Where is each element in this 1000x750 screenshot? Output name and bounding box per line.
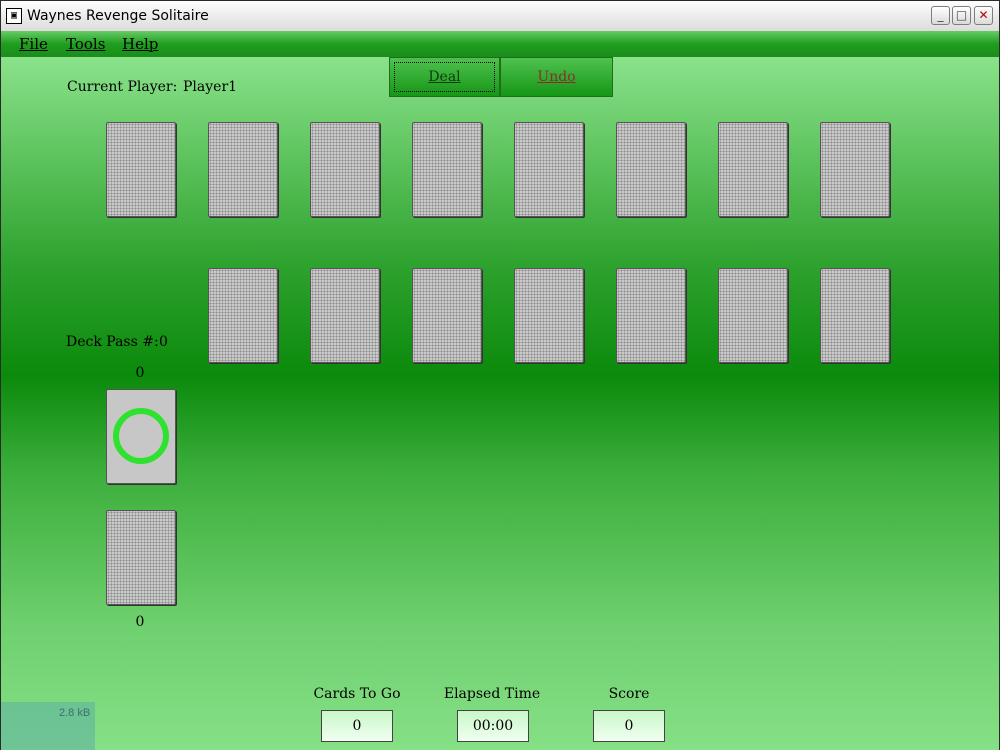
tableau-card[interactable] (514, 268, 584, 363)
minimize-button[interactable]: _ (931, 6, 950, 25)
tableau-card[interactable] (106, 122, 176, 217)
tableau-card[interactable] (514, 122, 584, 217)
waste-count: 0 (135, 614, 145, 630)
deck-pass-value: 0 (159, 334, 168, 350)
tableau-card[interactable] (718, 268, 788, 363)
game-table: Current Player: Player1 Deal Undo Deck P… (1, 57, 999, 750)
score-label: Score (608, 686, 650, 702)
elapsed-time-value: 00:00 (457, 710, 529, 742)
tableau-card[interactable] (310, 268, 380, 363)
tableau-card[interactable] (616, 268, 686, 363)
focus-outline (394, 62, 495, 92)
waste-pile[interactable] (106, 510, 176, 605)
size-overlay-text: 2.8 kB (59, 707, 91, 719)
cards-to-go-value: 0 (321, 710, 393, 742)
elapsed-time-label: Elapsed Time (443, 686, 541, 702)
tableau-card[interactable] (412, 268, 482, 363)
app-icon: ▣ (6, 8, 22, 24)
tableau-card[interactable] (820, 122, 890, 217)
undo-label: Undo (537, 69, 576, 85)
cards-to-go-label: Cards To Go (313, 686, 401, 702)
tableau-card[interactable] (718, 122, 788, 217)
app-window: ▣ Waynes Revenge Solitaire _ □ ✕ File To… (0, 0, 1000, 750)
current-player-name: Player1 (183, 79, 238, 95)
menu-file[interactable]: File (19, 35, 48, 53)
tableau-card[interactable] (616, 122, 686, 217)
menu-help[interactable]: Help (122, 35, 158, 53)
deck-pass-label: Deck Pass #: (66, 334, 159, 350)
tableau-card[interactable] (208, 268, 278, 363)
undo-button[interactable]: Undo (500, 57, 613, 97)
close-button[interactable]: ✕ (974, 6, 993, 25)
current-player-label: Current Player: (67, 79, 178, 95)
stock-pile[interactable] (106, 389, 176, 484)
deal-button[interactable]: Deal (389, 57, 500, 97)
title-bar[interactable]: ▣ Waynes Revenge Solitaire _ □ ✕ (1, 1, 999, 32)
menu-bar: File Tools Help (1, 31, 999, 57)
stock-count: 0 (135, 365, 145, 381)
score-value: 0 (593, 710, 665, 742)
window-title: Waynes Revenge Solitaire (27, 8, 209, 24)
menu-tools[interactable]: Tools (66, 35, 105, 53)
tableau-card[interactable] (208, 122, 278, 217)
tableau-card[interactable] (310, 122, 380, 217)
tableau-card[interactable] (820, 268, 890, 363)
tableau-card[interactable] (412, 122, 482, 217)
maximize-button[interactable]: □ (952, 6, 971, 25)
recycle-ring-icon (113, 408, 169, 464)
